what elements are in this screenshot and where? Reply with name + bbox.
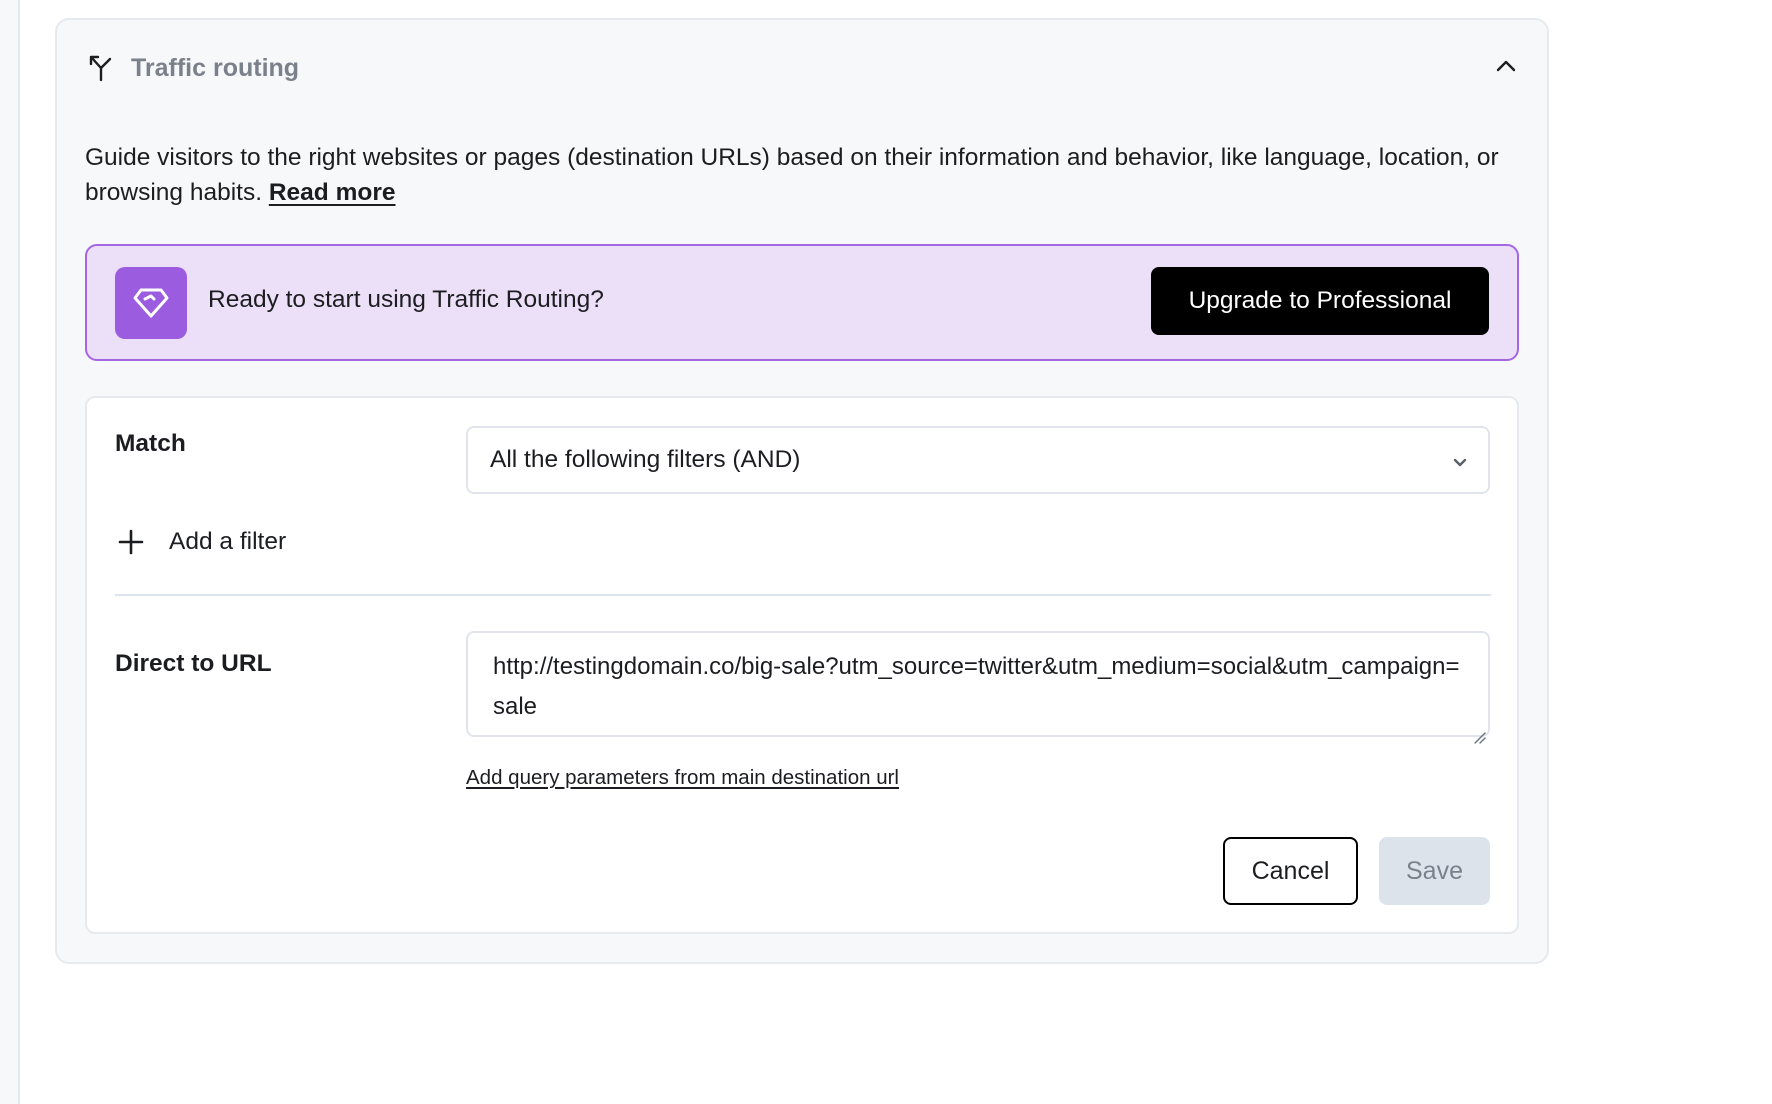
cancel-button[interactable]: Cancel <box>1223 837 1358 905</box>
match-select-value: All the following filters (AND) <box>490 446 801 473</box>
chevron-down-icon <box>1450 452 1470 472</box>
left-rail <box>0 0 20 1104</box>
direct-to-url-value: http://testingdomain.co/big-sale?utm_sou… <box>493 653 1460 720</box>
panel-header[interactable]: Traffic routing <box>87 48 299 88</box>
split-arrow-icon <box>87 53 115 83</box>
collapse-button[interactable] <box>1491 50 1521 82</box>
add-filter-button[interactable]: Add a filter <box>117 522 286 562</box>
routing-rule-card: Match All the following filters (AND) Ad… <box>85 396 1519 934</box>
direct-to-url-field[interactable]: http://testingdomain.co/big-sale?utm_sou… <box>466 631 1490 744</box>
add-query-parameters-link[interactable]: Add query parameters from main destinati… <box>466 766 899 790</box>
resize-handle-icon[interactable] <box>1471 718 1487 744</box>
divider <box>115 594 1491 596</box>
traffic-routing-panel: Traffic routing Guide visitors to the ri… <box>55 18 1549 964</box>
upgrade-to-professional-button[interactable]: Upgrade to Professional <box>1151 267 1489 335</box>
chevron-up-icon <box>1496 60 1516 72</box>
read-more-link[interactable]: Read more <box>269 179 396 206</box>
match-label: Match <box>115 430 186 457</box>
match-select[interactable]: All the following filters (AND) <box>466 426 1490 494</box>
direct-to-url-label: Direct to URL <box>115 650 272 677</box>
add-filter-label: Add a filter <box>169 528 287 555</box>
section-description: Guide visitors to the right websites or … <box>85 140 1505 210</box>
upgrade-banner-text: Ready to start using Traffic Routing? <box>208 286 604 313</box>
plus-icon <box>117 528 145 556</box>
save-button[interactable]: Save <box>1379 837 1490 905</box>
upgrade-banner: Ready to start using Traffic Routing? Up… <box>85 244 1519 361</box>
panel-title: Traffic routing <box>131 53 300 82</box>
diamond-icon <box>115 267 187 339</box>
